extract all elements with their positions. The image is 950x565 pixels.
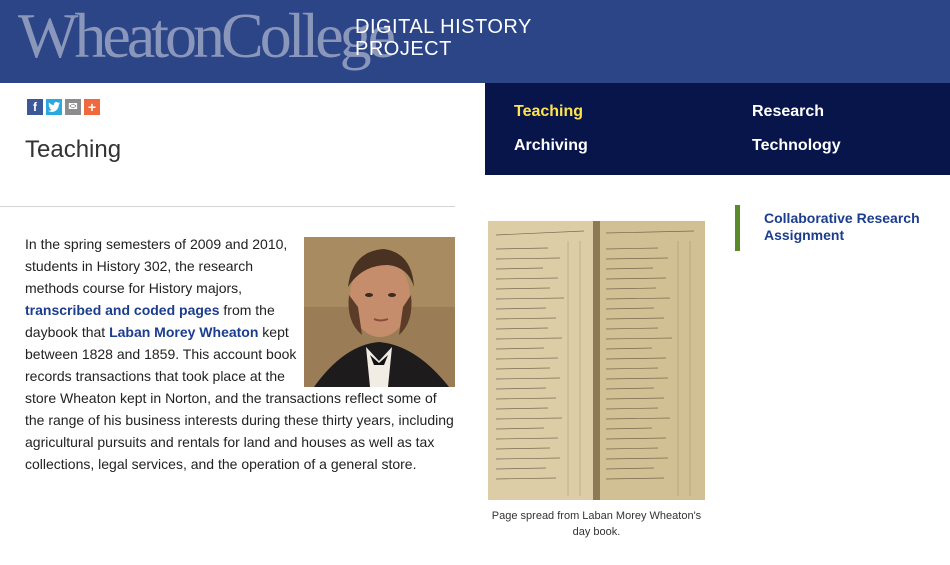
portrait-image [304,237,455,387]
daybook-image [488,221,705,500]
wheaton-college-logo[interactable]: WheatonCollege [18,2,396,70]
twitter-icon [48,102,60,112]
email-share-button[interactable]: ✉ [65,99,81,115]
nav-item-teaching[interactable]: Teaching [514,103,583,121]
site-title-line2: PROJECT [355,38,452,60]
plus-icon: + [87,99,97,115]
facebook-share-button[interactable]: f [27,99,43,115]
site-title-line1: DIGITAL HISTORY [355,16,532,38]
nav-item-research[interactable]: Research [752,103,824,121]
main-nav: Teaching Research Archiving Technology [485,83,950,175]
site-title[interactable]: DIGITAL HISTORY PROJECT [355,16,532,60]
twitter-share-button[interactable] [46,99,62,115]
page-title: Teaching [25,136,122,163]
facebook-icon: f [33,100,37,114]
nav-item-technology[interactable]: Technology [752,137,841,155]
intro-text-part1: In the spring semesters of 2009 and 2010… [25,236,288,296]
more-share-button[interactable]: + [84,99,100,115]
email-icon: ✉ [68,101,78,113]
share-bar: f ✉ + [27,99,100,115]
collaborative-research-assignment-link[interactable]: Collaborative Research Assignment [735,205,940,251]
site-header: WheatonCollege DIGITAL HISTORY PROJECT [0,0,950,83]
laban-morey-wheaton-link[interactable]: Laban Morey Wheaton [109,324,258,340]
transcribed-pages-link[interactable]: transcribed and coded pages [25,302,220,318]
nav-item-archiving[interactable]: Archiving [514,137,588,155]
daybook-caption: Page spread from Laban Morey Wheaton's d… [491,510,702,538]
content-divider [0,206,455,207]
